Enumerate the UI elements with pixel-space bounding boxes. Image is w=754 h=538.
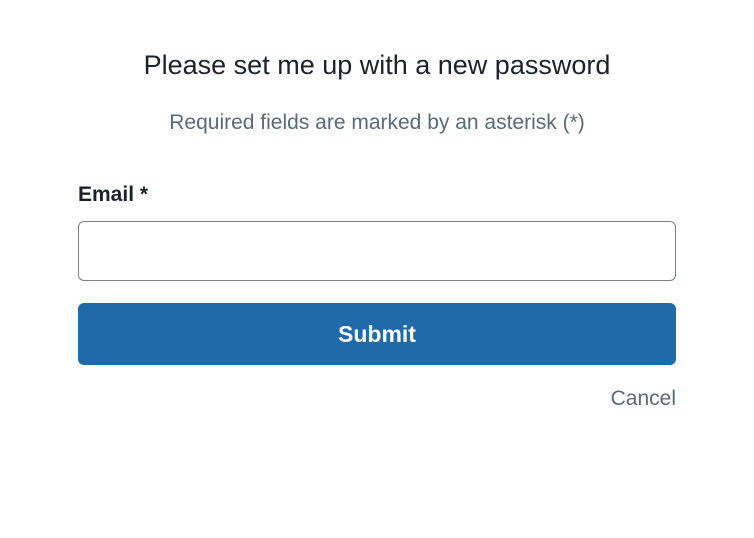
- form-subtitle: Required fields are marked by an asteris…: [78, 111, 676, 135]
- password-reset-form: Please set me up with a new password Req…: [78, 50, 676, 411]
- email-field[interactable]: [78, 221, 676, 281]
- email-label: Email *: [78, 183, 676, 207]
- cancel-link[interactable]: Cancel: [611, 387, 676, 410]
- cancel-row: Cancel: [78, 387, 676, 411]
- submit-button[interactable]: Submit: [78, 303, 676, 365]
- form-title: Please set me up with a new password: [78, 50, 676, 81]
